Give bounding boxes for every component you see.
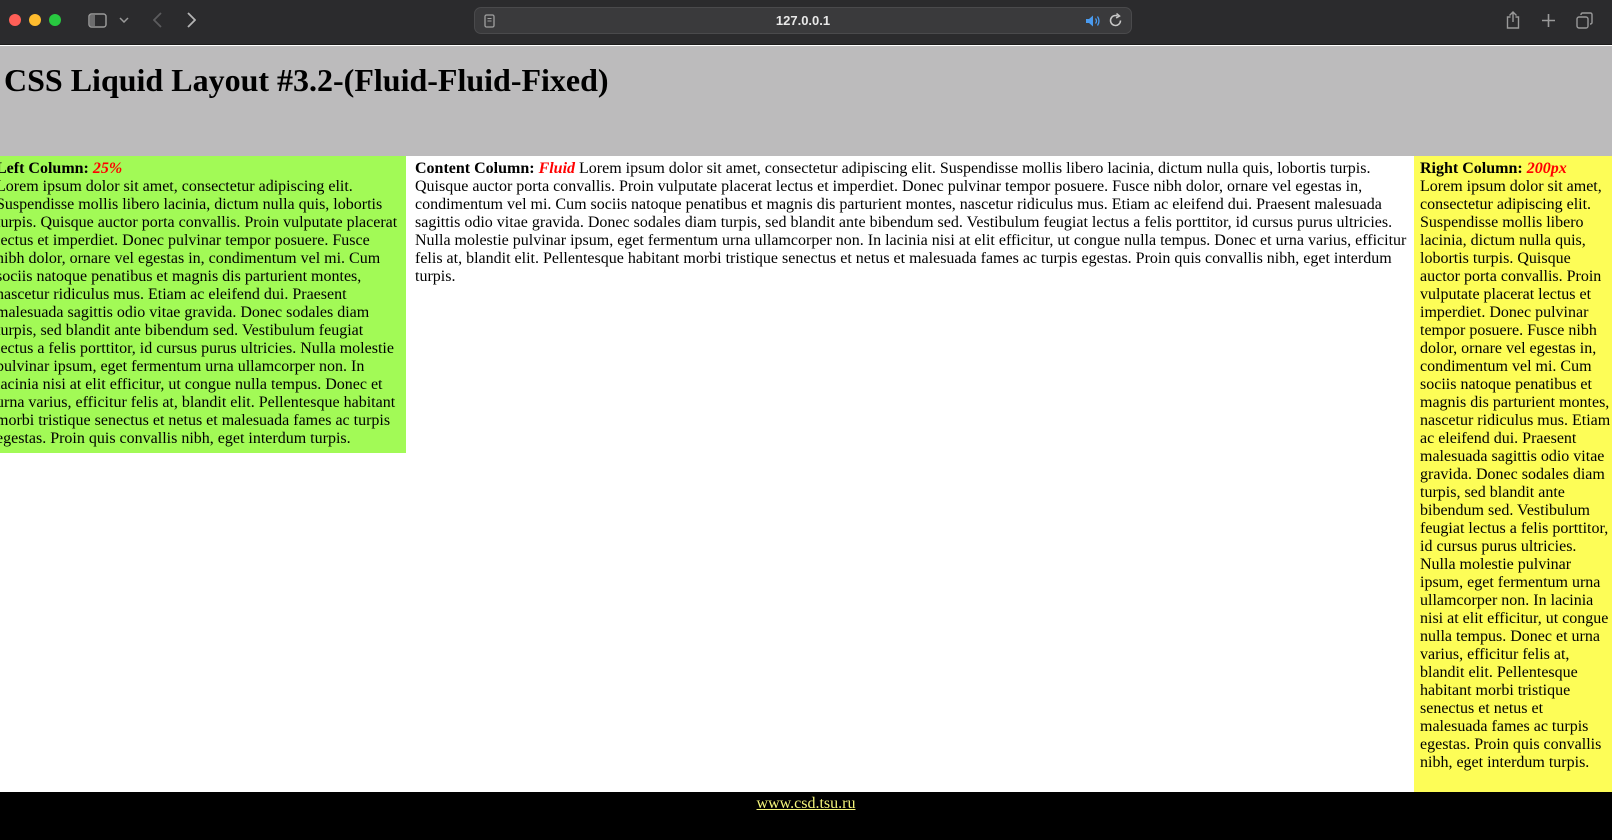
right-column: Right Column: 200px Lorem ipsum dolor si… (1414, 156, 1612, 792)
right-column-text: Lorem ipsum dolor sit amet, consectetur … (1420, 178, 1611, 771)
audio-icon[interactable] (1085, 14, 1101, 33)
sidebar-icon[interactable] (86, 8, 108, 32)
page-title: CSS Liquid Layout #3.2-(Fluid-Fluid-Fixe… (4, 62, 609, 98)
back-icon[interactable] (150, 8, 164, 32)
right-column-label: Right Column: (1420, 160, 1523, 177)
reload-icon[interactable] (1108, 12, 1123, 33)
content-column-text: Lorem ipsum dolor sit amet, consectetur … (415, 160, 1407, 285)
right-column-tag: 200px (1526, 160, 1567, 177)
left-column-text: Lorem ipsum dolor sit amet, consectetur … (0, 178, 398, 447)
left-column: Left Column: 25% Lorem ipsum dolor sit a… (0, 156, 406, 453)
address-bar[interactable]: 127.0.0.1 (474, 7, 1132, 34)
close-window-icon[interactable] (9, 14, 21, 26)
footer-link[interactable]: www.csd.tsu.ru (757, 795, 856, 813)
content-column: Content Column: Fluid Lorem ipsum dolor … (406, 156, 1414, 792)
left-column-tag: 25% (92, 160, 123, 177)
zoom-window-icon[interactable] (49, 14, 61, 26)
new-tab-icon[interactable] (1539, 8, 1557, 32)
tab-overview-icon[interactable] (1574, 8, 1594, 32)
url-text: 127.0.0.1 (775, 13, 831, 28)
left-column-label: Left Column: (0, 160, 89, 177)
share-icon[interactable] (1504, 8, 1522, 32)
minimize-window-icon[interactable] (29, 14, 41, 26)
content-column-tag: Fluid (538, 160, 576, 177)
chevron-down-icon[interactable] (118, 8, 130, 32)
forward-icon[interactable] (184, 8, 198, 32)
browser-toolbar: 127.0.0.1 (0, 0, 1612, 45)
content-column-label: Content Column: (415, 160, 535, 177)
page-footer: www.csd.tsu.ru (0, 792, 1612, 840)
page-header: CSS Liquid Layout #3.2-(Fluid-Fluid-Fixe… (0, 46, 1612, 156)
page-viewport: CSS Liquid Layout #3.2-(Fluid-Fluid-Fixe… (0, 46, 1612, 840)
